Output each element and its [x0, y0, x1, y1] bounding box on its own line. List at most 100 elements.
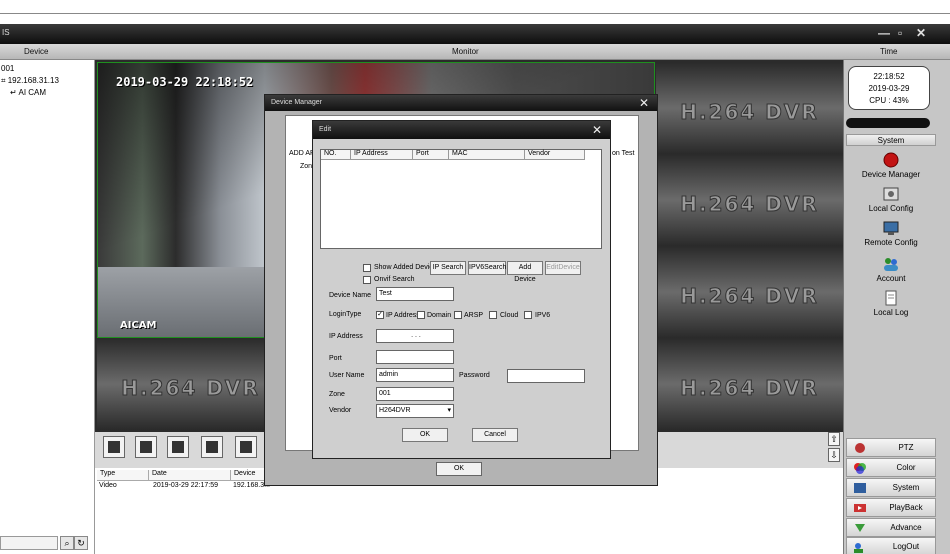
users-icon [884, 258, 898, 271]
layout-9-icon[interactable] [167, 436, 189, 458]
playback-icon [854, 504, 866, 512]
playback-button[interactable]: PlayBack [846, 498, 936, 517]
maximize-icon[interactable]: ▫ [898, 26, 902, 40]
vendor-label: Vendor [329, 407, 352, 414]
device-manager-ok-button[interactable]: OK [436, 462, 482, 476]
title-bar: IS — ▫ ✕ [0, 24, 950, 44]
video-cell[interactable]: H.264 DVR [656, 62, 843, 154]
clock-date: 2019-03-29 [868, 84, 910, 93]
clock-display: 22:18:52 2019-03-29 CPU : 43% [848, 66, 930, 110]
status-pill [846, 118, 930, 128]
ip-address-label: IP Address [329, 333, 363, 340]
login-cloud-label: Cloud [500, 312, 519, 319]
chevron-down-icon: ▾ [447, 407, 451, 414]
login-arsp-checkbox[interactable] [454, 311, 462, 319]
add-device-button[interactable]: Add Device [507, 261, 543, 283]
search-results-table[interactable]: NO. IP Address Port MAC Vendor [320, 149, 602, 249]
edit-cancel-button[interactable]: Cancel [472, 428, 518, 442]
device-icon: ⌗ [1, 76, 8, 85]
layout-more-icon[interactable] [235, 436, 257, 458]
login-arsp-label: ARSP [464, 312, 484, 319]
layout-1-icon[interactable] [103, 436, 125, 458]
onvif-search-label: Onvif Search [374, 276, 415, 283]
port-label: Port [329, 355, 342, 362]
column-header-bar: Device Monitor Time [0, 44, 950, 60]
system-icon [854, 483, 866, 493]
device-manager-titlebar: Device Manager [265, 95, 657, 111]
close-icon[interactable]: ✕ [916, 26, 926, 40]
camera-timestamp: 2019-03-29 22:18:52 [116, 75, 254, 89]
layout-4-icon[interactable] [135, 436, 157, 458]
onvif-search-checkbox[interactable] [363, 276, 371, 284]
scroll-down-icon[interactable]: ⇩ [828, 448, 840, 462]
login-type-label: LoginType [329, 311, 362, 318]
layout-16-icon[interactable] [201, 436, 223, 458]
remote-config-button[interactable]: Remote Config [846, 220, 936, 247]
device-manager-close-icon[interactable]: ✕ [639, 96, 649, 110]
video-cell[interactable]: H.264 DVR [97, 338, 284, 430]
log-header-type: Type [97, 470, 149, 481]
scroll-up-icon[interactable]: ⇧ [828, 432, 840, 446]
local-log-button[interactable]: Local Log [846, 290, 936, 317]
vendor-select[interactable]: H264DVR ▾ [376, 404, 454, 418]
col-mac: MAC [449, 150, 525, 160]
ipv6-search-button[interactable]: IPV6Search [468, 261, 506, 275]
clock-time: 22:18:52 [873, 72, 905, 81]
edit-close-icon[interactable]: ✕ [592, 123, 602, 137]
system-button[interactable]: System [846, 478, 936, 497]
top-strip [0, 0, 950, 14]
login-domain-checkbox[interactable] [417, 311, 425, 319]
refresh-icon[interactable]: ↻ [74, 536, 88, 550]
device-manager-button[interactable]: Device Manager [846, 152, 936, 179]
edit-ok-button[interactable]: OK [402, 428, 448, 442]
color-icon [854, 463, 866, 474]
cpu-usage: CPU : 43% [869, 96, 909, 105]
connection-test-label: on Test [612, 150, 635, 157]
tree-root[interactable]: 001 [1, 64, 14, 73]
login-cloud-checkbox[interactable] [489, 311, 497, 319]
ptz-button[interactable]: PTZ [846, 438, 936, 457]
edit-titlebar: Edit [313, 121, 610, 139]
tree-camera[interactable]: ↵ AI CAM [10, 88, 46, 97]
search-icon[interactable]: ⌕ [60, 536, 74, 550]
device-name-field[interactable]: Test [376, 287, 454, 301]
col-ip-address: IP Address [351, 150, 413, 160]
advance-button[interactable]: Advance [846, 518, 936, 537]
password-field[interactable] [507, 369, 585, 383]
edit-dialog: Edit ✕ NO. IP Address Port MAC Vendor Sh… [312, 120, 611, 459]
video-cell[interactable]: H.264 DVR [656, 154, 843, 246]
login-ipv6-label: IPV6 [535, 312, 551, 319]
tree-search-input[interactable] [0, 536, 58, 550]
advance-icon [855, 524, 865, 532]
tree-device-ip[interactable]: ⌗ 192.168.31.13 [1, 76, 59, 86]
local-config-button[interactable]: Local Config [846, 186, 936, 213]
minimize-icon[interactable]: — [878, 26, 890, 40]
video-cell[interactable]: H.264 DVR [656, 338, 843, 430]
ip-address-field[interactable]: . . . [376, 329, 454, 343]
color-button[interactable]: Color [846, 458, 936, 477]
window-title: IS [2, 28, 10, 37]
log-header-device: Device [231, 470, 265, 481]
account-button[interactable]: Account [846, 256, 936, 283]
document-icon [885, 290, 897, 306]
zone-label: Zone [329, 391, 345, 398]
device-name-label: Device Name [329, 292, 372, 299]
col-no: NO. [321, 150, 351, 160]
port-field[interactable] [376, 350, 454, 364]
logout-button[interactable]: LogOut [846, 537, 936, 554]
show-added-checkbox[interactable] [363, 264, 371, 272]
zone-field[interactable]: 001 [376, 387, 454, 401]
camera-label: AICAM [120, 320, 157, 331]
username-field[interactable]: admin [376, 368, 454, 382]
login-ipv6-checkbox[interactable] [524, 311, 532, 319]
device-tree: 001 ⌗ 192.168.31.13 ↵ AI CAM [0, 60, 95, 554]
username-label: User Name [329, 372, 365, 379]
ip-search-button[interactable]: IP Search [430, 261, 466, 275]
monitor-header: Monitor [452, 47, 479, 56]
device-header: Device [24, 47, 49, 56]
edit-device-button[interactable]: EditDevice [545, 261, 581, 275]
time-header: Time [880, 47, 898, 56]
video-cell[interactable]: H.264 DVR [656, 246, 843, 338]
log-header-date: Date [149, 470, 231, 481]
login-ip-checkbox[interactable]: ✓ [376, 311, 384, 319]
